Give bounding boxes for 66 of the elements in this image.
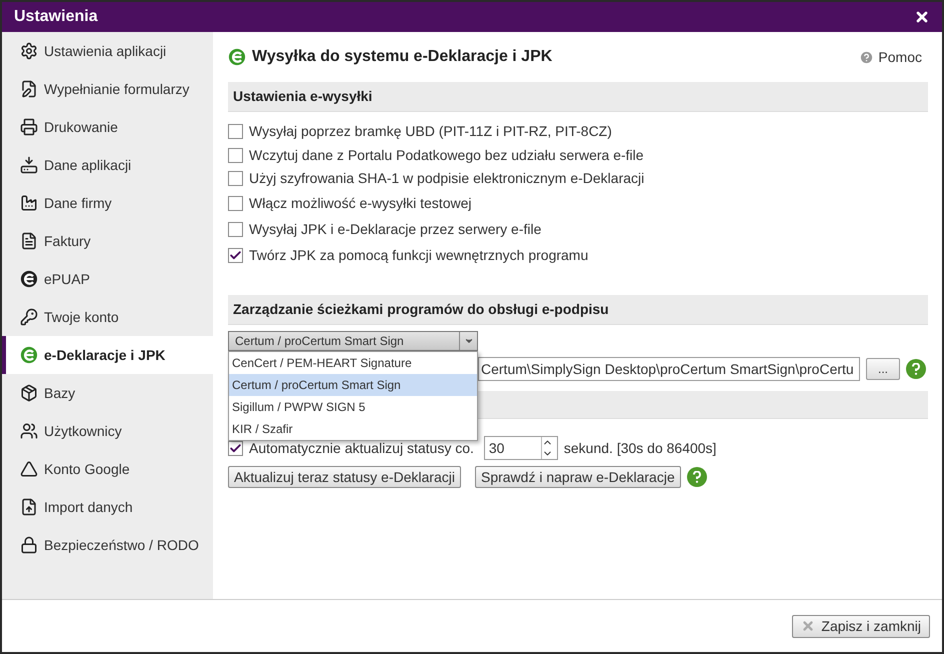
sidebar-item[interactable]: Użytkownicy bbox=[2, 412, 213, 450]
dropdown-option[interactable]: KIR / Szafir bbox=[229, 418, 477, 440]
checkbox-label: Wysyłaj poprzez bramkę UBD (PIT-11Z i PIT-RZ, PIT-8CZ) bbox=[249, 122, 612, 141]
program-dropdown[interactable]: Certum / proCertum Smart Sign bbox=[228, 331, 478, 351]
box-icon bbox=[20, 384, 38, 402]
help-link[interactable]: Pomoc bbox=[859, 46, 928, 68]
factory-icon bbox=[20, 194, 38, 212]
dropdown-option[interactable]: Sigillum / PWPW SIGN 5 bbox=[229, 396, 477, 418]
sidebar-item[interactable]: Faktury bbox=[2, 222, 213, 260]
checkbox[interactable] bbox=[228, 440, 243, 456]
checkbox[interactable] bbox=[228, 248, 243, 262]
e-logo-icon bbox=[20, 346, 38, 364]
e-logo-icon bbox=[20, 270, 38, 288]
sidebar-item[interactable]: Bezpieczeństwo / RODO bbox=[2, 526, 213, 564]
interval-spinner[interactable]: 30 bbox=[484, 436, 558, 460]
sidebar-item[interactable]: Dane firmy bbox=[2, 184, 213, 222]
checkbox[interactable] bbox=[228, 148, 243, 163]
caret-icon bbox=[464, 336, 474, 346]
checkbox[interactable] bbox=[228, 124, 243, 138]
checkbox-label: Włącz możliwość e-wysyłki testowej bbox=[249, 194, 472, 213]
sidebar-item[interactable]: Dane aplikacji bbox=[2, 146, 213, 184]
checkbox-label: Automatycznie aktualizuj statusy co. bbox=[249, 438, 474, 458]
help-icon[interactable] bbox=[906, 359, 926, 379]
file-upload-icon bbox=[20, 498, 38, 516]
dropdown-option[interactable]: CenCert / PEM-HEART Signature bbox=[229, 352, 477, 374]
checkbox-label: Wczytuj dane z Portalu Podatkowego bez udziału serwera e-file bbox=[249, 146, 644, 165]
document-icon bbox=[20, 232, 38, 250]
checkbox-label: Użyj szyfrowania SHA-1 w podpisie elektronicznym e-Deklaracji bbox=[249, 169, 644, 188]
printer-icon bbox=[20, 118, 38, 136]
checkbox[interactable] bbox=[228, 222, 243, 236]
action-button[interactable]: Aktualizuj teraz statusy e-Deklaracji bbox=[228, 466, 461, 488]
sidebar-item[interactable]: Twoje konto bbox=[2, 298, 213, 336]
action-button[interactable]: Sprawdź i napraw e-Deklaracje bbox=[474, 466, 681, 488]
page-title: Wysyłka do systemu e-Deklaracje i JPK bbox=[252, 47, 552, 67]
interval-hint: sekund. [30s do 86400s] bbox=[564, 438, 716, 458]
save-close-button[interactable]: Zapisz i zamknij bbox=[792, 614, 930, 638]
help-icon[interactable] bbox=[686, 467, 707, 487]
users-icon bbox=[20, 422, 38, 440]
browse-button[interactable]: ... bbox=[866, 358, 900, 380]
checkbox[interactable] bbox=[228, 171, 243, 186]
triangle-icon bbox=[20, 460, 38, 478]
close-icon[interactable] bbox=[914, 9, 930, 25]
checkbox[interactable] bbox=[228, 196, 243, 210]
sidebar-item[interactable]: Import danych bbox=[2, 488, 213, 526]
key-icon bbox=[20, 308, 38, 326]
gear-icon bbox=[20, 42, 38, 60]
e-logo-icon bbox=[228, 48, 246, 66]
lock-icon bbox=[20, 536, 38, 554]
help-icon bbox=[859, 50, 874, 64]
form-edit-icon bbox=[20, 80, 38, 98]
checkbox-label: Twórz JPK za pomocą funkcji wewnętrznych programu bbox=[249, 246, 588, 265]
sidebar-item[interactable]: Wypełnianie formularzy bbox=[2, 70, 213, 108]
sidebar-item[interactable]: ePUAP bbox=[2, 260, 213, 298]
sidebar-item[interactable]: Bazy bbox=[2, 374, 213, 412]
close-icon bbox=[801, 619, 816, 633]
sidebar-item[interactable]: Konto Google bbox=[2, 450, 213, 488]
window-title: Ustawienia bbox=[14, 7, 98, 27]
checkbox-label: Wysyłaj JPK i e-Deklaracje przez serwery e-file bbox=[249, 220, 542, 239]
tray-download-icon bbox=[20, 156, 38, 174]
section-header: Ustawienia e-wysyłki bbox=[228, 82, 928, 112]
section-header: Zarządzanie ścieżkami programów do obsługi e-podpisu bbox=[228, 295, 928, 325]
sidebar-item[interactable]: Ustawienia aplikacji bbox=[2, 32, 213, 70]
sidebar-item[interactable]: e-Deklaracje i JPK bbox=[2, 336, 213, 374]
sidebar-item[interactable]: Drukowanie bbox=[2, 108, 213, 146]
dropdown-option[interactable]: Certum / proCertum Smart Sign bbox=[229, 374, 477, 396]
path-field[interactable]: Certum\SimplySign Desktop\proCertum SmartSign\proCertu bbox=[478, 357, 860, 381]
